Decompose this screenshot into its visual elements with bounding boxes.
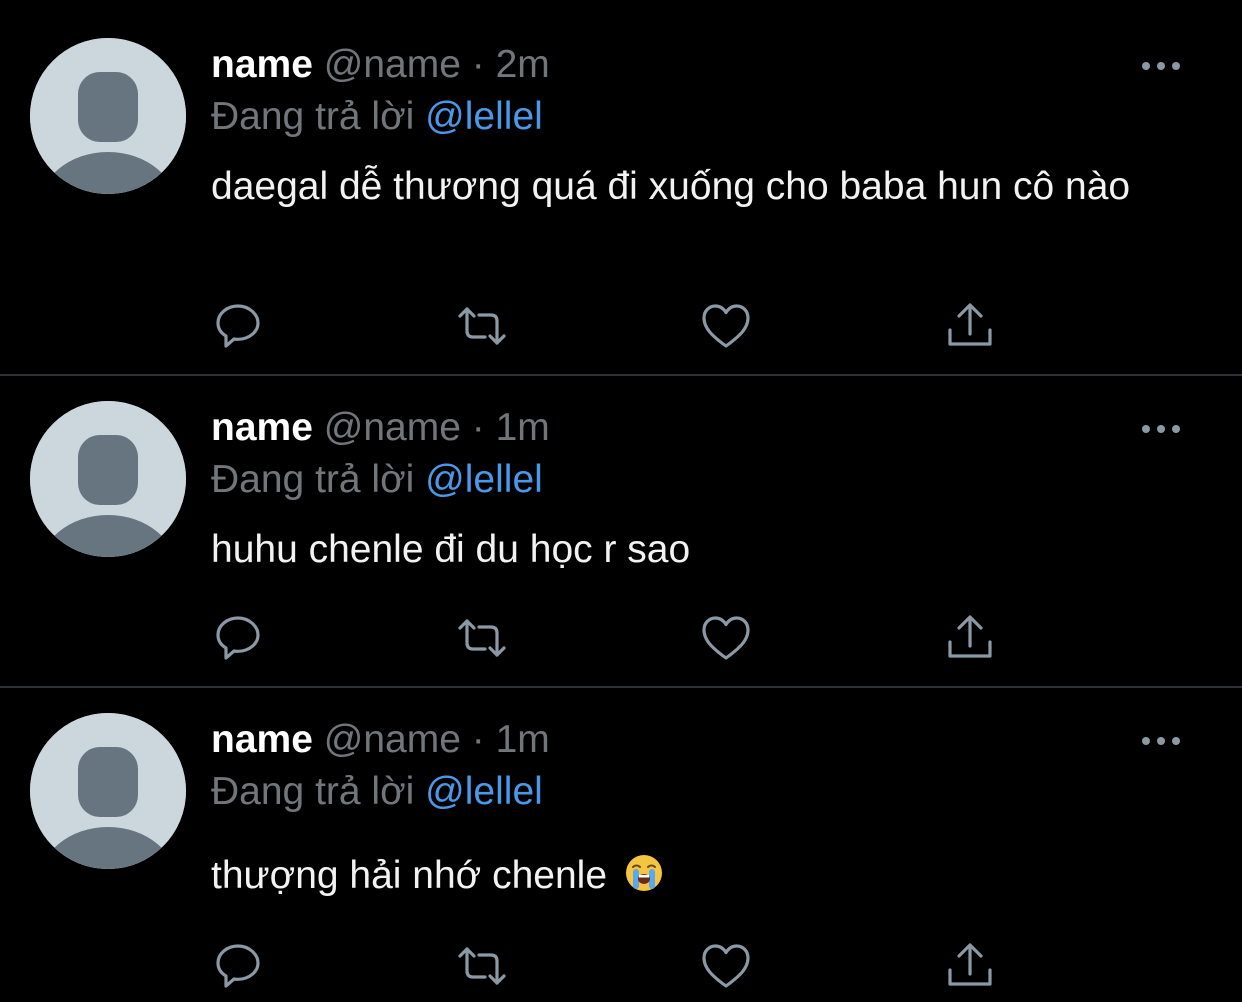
reply-prefix: Đang trả lời	[211, 95, 415, 138]
default-avatar-icon	[30, 713, 186, 869]
user-handle[interactable]: @name	[324, 43, 461, 86]
separator-dot: ·	[471, 718, 485, 761]
loudly-crying-face-icon	[624, 853, 664, 893]
share-icon[interactable]	[944, 940, 996, 992]
separator-dot: ·	[471, 43, 485, 86]
retweet-icon[interactable]	[456, 612, 508, 664]
tweet[interactable]: name @name · 1m Đang trả lời @lellel huh…	[0, 376, 1242, 686]
timestamp[interactable]: 2m	[496, 43, 550, 86]
display-name[interactable]: name	[211, 406, 313, 449]
mention-link[interactable]: @lellel	[425, 95, 543, 138]
mention-link[interactable]: @lellel	[425, 770, 543, 813]
share-icon[interactable]	[944, 300, 996, 352]
avatar[interactable]	[30, 401, 186, 557]
replying-to: Đang trả lời @lellel	[211, 769, 543, 815]
tweet-text-content: thượng hải nhớ chenle	[211, 854, 608, 897]
user-handle[interactable]: @name	[324, 406, 461, 449]
timestamp[interactable]: 1m	[496, 406, 550, 449]
more-options-icon[interactable]	[1140, 731, 1182, 751]
retweet-icon[interactable]	[456, 300, 508, 352]
tweet[interactable]: name @name · 1m Đang trả lời @lellel thư…	[0, 688, 1242, 1002]
like-icon[interactable]	[700, 940, 752, 992]
reply-prefix: Đang trả lời	[211, 458, 415, 501]
reply-icon[interactable]	[212, 612, 264, 664]
default-avatar-icon	[30, 38, 186, 194]
avatar[interactable]	[30, 38, 186, 194]
mention-link[interactable]: @lellel	[425, 458, 543, 501]
tweet-text: daegal dễ thương quá đi xuống cho baba h…	[211, 165, 1131, 208]
display-name[interactable]: name	[211, 43, 313, 86]
tweet-header: name @name · 1m	[211, 405, 550, 451]
user-handle[interactable]: @name	[324, 718, 461, 761]
tweet-text: huhu chenle đi du học r sao	[211, 528, 691, 571]
more-options-icon[interactable]	[1140, 419, 1182, 439]
separator-dot: ·	[471, 406, 485, 449]
replying-to: Đang trả lời @lellel	[211, 94, 543, 140]
tweet[interactable]: name @name · 2m Đang trả lời @lellel dae…	[0, 0, 1242, 375]
reply-prefix: Đang trả lời	[211, 770, 415, 813]
default-avatar-icon	[30, 401, 186, 557]
reply-icon[interactable]	[212, 300, 264, 352]
more-options-icon[interactable]	[1140, 56, 1182, 76]
tweet-text: thượng hải nhớ chenle	[211, 850, 1191, 901]
display-name[interactable]: name	[211, 718, 313, 761]
retweet-icon[interactable]	[456, 940, 508, 992]
like-icon[interactable]	[700, 300, 752, 352]
reply-icon[interactable]	[212, 940, 264, 992]
replying-to: Đang trả lời @lellel	[211, 457, 543, 503]
tweet-header: name @name · 2m	[211, 42, 550, 88]
share-icon[interactable]	[944, 612, 996, 664]
like-icon[interactable]	[700, 612, 752, 664]
tweet-header: name @name · 1m	[211, 717, 550, 763]
timestamp[interactable]: 1m	[496, 718, 550, 761]
avatar[interactable]	[30, 713, 186, 869]
